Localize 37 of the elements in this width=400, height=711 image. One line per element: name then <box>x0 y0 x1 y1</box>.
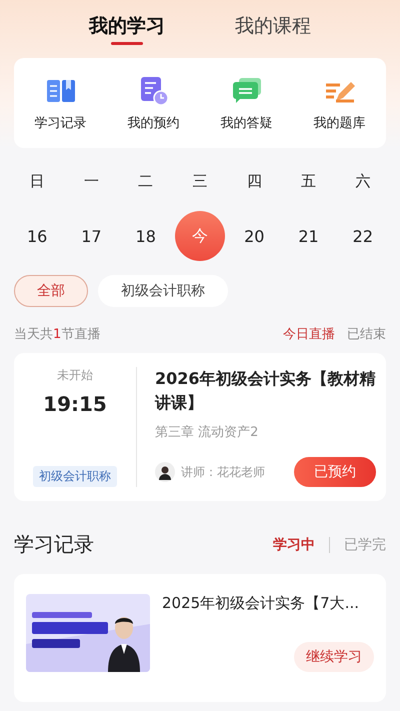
live-count-text: 当天共1节直播 <box>14 326 100 343</box>
filter-chip[interactable]: 初级会计职称 <box>98 275 228 307</box>
weekday-label: 一 <box>82 172 100 191</box>
avatar-icon <box>155 462 175 482</box>
course-title: 2025年初级会计实务【7大... <box>162 594 360 613</box>
category-tag: 初级会计职称 <box>33 466 117 487</box>
live-time: 19:15 <box>43 392 107 416</box>
teacher-name: 讲师：花花老师 <box>181 464 266 480</box>
weekday-label: 四 <box>246 172 263 191</box>
schedule-icon <box>138 76 168 106</box>
date-item[interactable]: 22 <box>338 211 388 261</box>
date-item[interactable]: 21 <box>284 211 334 261</box>
live-status: 未开始 <box>57 367 93 384</box>
chapter-text: 第三章 流动资产2 <box>155 424 260 441</box>
date-item[interactable]: 20 <box>229 211 280 261</box>
tab[interactable]: 我的学习 <box>89 14 165 48</box>
section-title: 学习记录 <box>14 531 94 558</box>
booked-button[interactable]: 已预约 <box>294 457 376 487</box>
date-item[interactable]: 17 <box>66 211 116 261</box>
course-title: 2026年初级会计实务【教材精讲课】 <box>155 368 376 414</box>
shortcut-item[interactable]: 学习记录 <box>18 76 102 132</box>
weekday-label: 五 <box>300 172 318 191</box>
filter-chip[interactable]: 全部 <box>14 275 88 307</box>
weekday-label: 三 <box>191 172 208 191</box>
shortcut-item[interactable]: 我的题库 <box>298 76 382 132</box>
date-item[interactable]: 18 <box>120 211 171 261</box>
weekday-label: 日 <box>28 172 46 191</box>
weekday-label: 六 <box>354 172 372 191</box>
date-item[interactable]: 16 <box>12 211 62 261</box>
record-tab[interactable]: 学习中 <box>273 536 315 554</box>
weekday-label: 二 <box>137 172 154 191</box>
continue-button[interactable]: 继续学习 <box>294 642 374 672</box>
shortcut-item[interactable]: 我的预约 <box>112 76 196 132</box>
tab[interactable]: 我的课程 <box>235 14 311 48</box>
chat-icon <box>230 76 262 106</box>
shortcut-item[interactable]: 我的答疑 <box>204 76 288 132</box>
live-tab[interactable]: 今日直播 <box>283 325 335 343</box>
